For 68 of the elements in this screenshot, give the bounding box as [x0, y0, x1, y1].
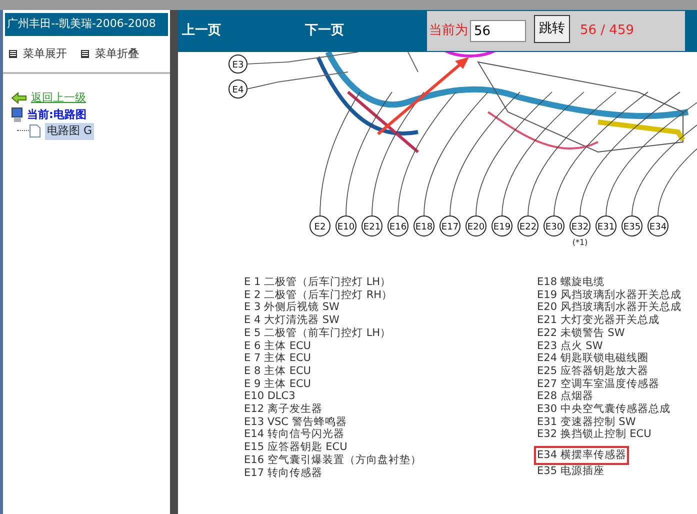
- document-icon: [29, 124, 41, 138]
- legend-entry: E14 转向信号闪光器: [244, 428, 346, 441]
- sidebar-title: 广州丰田--凯美瑞-2006-2008: [5, 13, 168, 36]
- legend-entry: E 8 主体 ECU: [244, 364, 312, 378]
- legend-entry: E21 大灯变光器开关总成: [537, 314, 660, 327]
- legend-entry: E30 中央空气囊传感器总成: [537, 403, 672, 416]
- connector-callout: E19: [492, 216, 512, 236]
- connector-callout: E2: [310, 216, 330, 236]
- connector-note: (*1): [572, 238, 588, 247]
- legend-entry: E 2 二极管（后车门控灯 RH）: [244, 288, 394, 301]
- connector-callout: E34: [648, 216, 668, 236]
- left-arrow-icon: [11, 92, 27, 104]
- legend-entry: E24 钥匙联锁电磁线圈: [537, 352, 650, 365]
- previous-page-link[interactable]: 上一页: [178, 21, 221, 41]
- connector-callout: E32: [570, 216, 590, 236]
- legend-entry: E13 VSC 警告蜂鸣器: [244, 416, 348, 428]
- splitter-bar[interactable]: [170, 10, 178, 514]
- legend-entry: E15 应答器钥匙 ECU: [244, 441, 348, 454]
- legend-entry: E22 未锁警告 SW: [537, 326, 626, 340]
- legend-entry: E 1 二极管（后车门控灯 LH）: [244, 276, 392, 289]
- page-count: 56 / 459: [580, 22, 634, 40]
- legend-entry: E34 横摆率传感器: [537, 449, 626, 462]
- connector-callout: E4: [228, 80, 248, 98]
- legend-entry: E 7 主体 ECU: [244, 352, 312, 365]
- legend-entry: E 5 二极管（前车门控灯 LH）: [244, 326, 392, 340]
- legend-entry: E32 换挡锁止控制 ECU: [537, 428, 652, 442]
- legend-entry: E 4 大灯清洗器 SW: [244, 314, 340, 327]
- leader-line: [246, 82, 278, 90]
- connector-callout: E22: [518, 216, 538, 236]
- legend-entry: E10 DLC3: [244, 390, 296, 403]
- legend-entry: E19 风挡玻璃刮水器开关总成: [537, 288, 682, 301]
- legend-entry: E12 离子发生器: [244, 403, 324, 416]
- page-label: 当前为: [429, 22, 468, 40]
- connector-callout: E20: [466, 216, 486, 236]
- connector-callout: E17: [440, 216, 460, 236]
- connector-callout: E30: [544, 216, 564, 236]
- connector-callout: E16: [388, 216, 408, 236]
- connector-callout: E31: [596, 216, 616, 236]
- menu-toggle-link[interactable]: 菜单展开: [9, 46, 67, 62]
- legend-entry: E35 电源插座: [537, 465, 606, 478]
- legend-entry: E 9 主体 ECU: [244, 378, 312, 390]
- back-link[interactable]: 返回上一级: [31, 90, 86, 106]
- current-location: 当前:电路图: [27, 106, 86, 122]
- legend-entry: E31 变速器控制 SW: [537, 416, 637, 428]
- list-icon: [9, 50, 17, 58]
- legend-entry: E 3 外侧后视镜 SW: [244, 301, 340, 314]
- go-button[interactable]: 跳转: [534, 15, 570, 42]
- connector-callout: E3: [228, 54, 248, 74]
- legend-entry: E27 空调车室温度传感器: [537, 378, 660, 390]
- connector-callout: E10: [336, 216, 356, 236]
- legend-entry: E17 转向传感器: [244, 466, 324, 480]
- legend-entry: E28 点烟器: [537, 390, 594, 403]
- legend-entry: E18 螺旋电缆: [537, 276, 606, 289]
- legend-entry: E25 应答器钥匙放大器: [537, 364, 650, 378]
- computer-icon: [11, 106, 23, 123]
- tree-item[interactable]: 电路图 G: [45, 123, 94, 140]
- legend-entry: E23 点火 SW: [537, 340, 604, 352]
- connector-callout: E18: [414, 216, 434, 236]
- next-page-link[interactable]: 下一页: [301, 21, 344, 41]
- leader-line: [246, 62, 288, 64]
- page-number-field[interactable]: 56: [470, 20, 526, 42]
- connector-callout: E21: [362, 216, 382, 236]
- list-icon: [81, 50, 89, 58]
- legend-entry: E20 风挡玻璃刮水器开关总成: [537, 301, 682, 314]
- connector-callout: E35: [622, 216, 642, 236]
- menu-toggle-link[interactable]: 菜单折叠: [81, 46, 139, 62]
- legend-entry: E16 空气囊引爆装置（方向盘衬垫）: [244, 454, 422, 467]
- legend-entry: E 6 主体 ECU: [244, 340, 312, 352]
